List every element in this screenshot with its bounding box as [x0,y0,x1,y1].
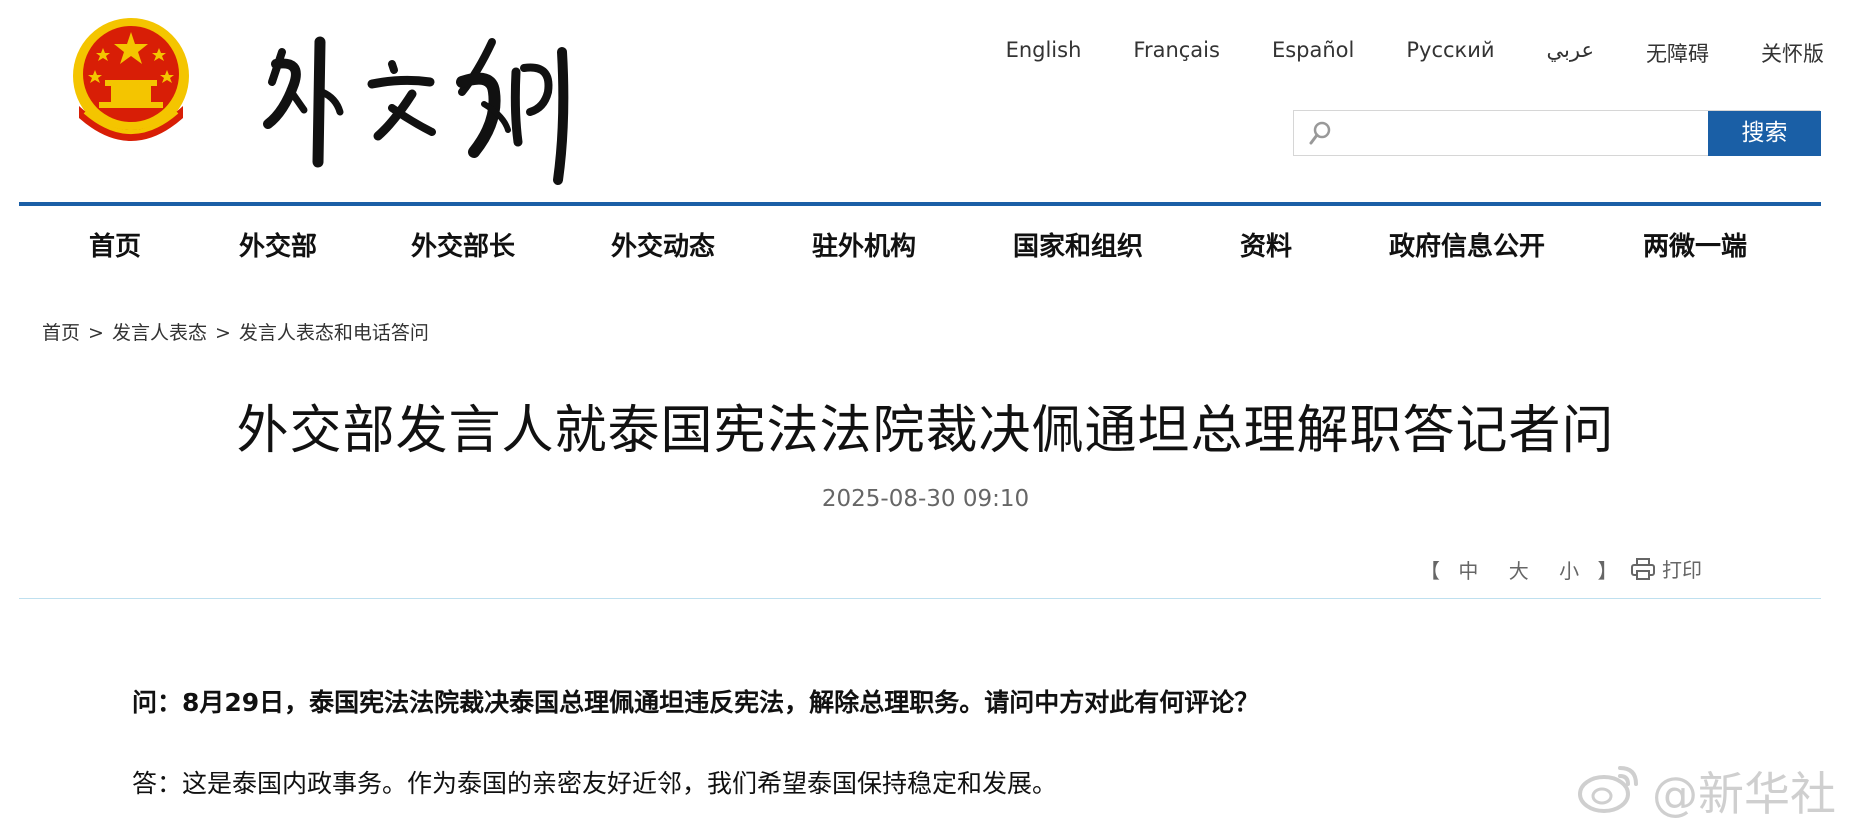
font-size-controls: 【 中 大 小 】 [1420,555,1643,584]
national-emblem-icon[interactable] [65,14,197,146]
accessibility-link[interactable]: 无障碍 [1646,38,1709,68]
nav-item-minister[interactable]: 外交部长 [411,226,515,263]
article-answer: 答：这是泰国内政事务。作为泰国的亲密友好近邻，我们希望泰国保持稳定和发展。 [132,769,1058,798]
weibo-icon [1578,766,1638,813]
lang-russian[interactable]: Русский [1406,38,1494,68]
search-input[interactable] [1342,115,1686,153]
printer-icon [1631,558,1655,580]
nav-item-resources[interactable]: 资料 [1240,226,1292,263]
language-switcher: English Français Español Русский عربي 无障… [954,38,1824,68]
breadcrumb-current[interactable]: 发言人表态和电话答问 [239,322,429,344]
bracket-close: 】 [1597,559,1618,583]
main-nav: 首页 外交部 外交部长 外交动态 驻外机构 国家和组织 资料 政府信息公开 两微… [19,206,1821,280]
ministry-calligraphy-logo[interactable] [262,12,602,188]
breadcrumb-separator: > [88,322,104,344]
breadcrumb-separator: > [214,322,231,344]
nav-item-ministry[interactable]: 外交部 [239,226,317,263]
breadcrumb: 首页 > 发言人表态 > 发言人表态和电话答问 [42,318,429,345]
lang-french[interactable]: Français [1133,38,1220,68]
nav-item-gov-info[interactable]: 政府信息公开 [1389,226,1545,263]
search-icon [1309,121,1331,145]
font-size-small[interactable]: 小 [1559,559,1579,583]
lang-arabic[interactable]: عربي [1547,38,1594,68]
elder-care-version-link[interactable]: 关怀版 [1761,38,1824,68]
watermark-text: @新华社 [1652,767,1836,821]
nav-item-diplomatic-news[interactable]: 外交动态 [611,226,715,263]
article-divider [19,598,1821,599]
article-date: 2025-08-30 09:10 [821,486,1030,512]
site-header: English Français Español Русский عربي 无障… [0,0,1851,205]
print-button[interactable]: 打印 [1630,554,1702,583]
search-button[interactable]: 搜索 [1708,111,1821,156]
font-size-medium[interactable]: 中 [1458,559,1478,583]
article-title: 外交部发言人就泰国宪法法院裁决佩通坦总理解职答记者问 [236,401,1615,461]
print-label: 打印 [1662,558,1702,582]
watermark: @新华社 [1578,758,1848,821]
nav-item-social-apps[interactable]: 两微一端 [1643,226,1747,263]
nav-item-missions-abroad[interactable]: 驻外机构 [812,226,916,263]
lang-english[interactable]: English [1006,38,1082,68]
breadcrumb-spokesperson[interactable]: 发言人表态 [112,322,207,344]
nav-item-home[interactable]: 首页 [89,226,141,263]
bracket-open: 【 [1420,559,1440,583]
lang-spanish[interactable]: Español [1272,38,1354,68]
nav-item-countries-organizations[interactable]: 国家和组织 [1013,226,1143,263]
breadcrumb-home[interactable]: 首页 [42,322,80,344]
font-size-large[interactable]: 大 [1509,559,1529,583]
article-question: 问：8月29日，泰国宪法法院裁决泰国总理佩通坦违反宪法，解除总理职务。请问中方对… [132,688,1260,717]
